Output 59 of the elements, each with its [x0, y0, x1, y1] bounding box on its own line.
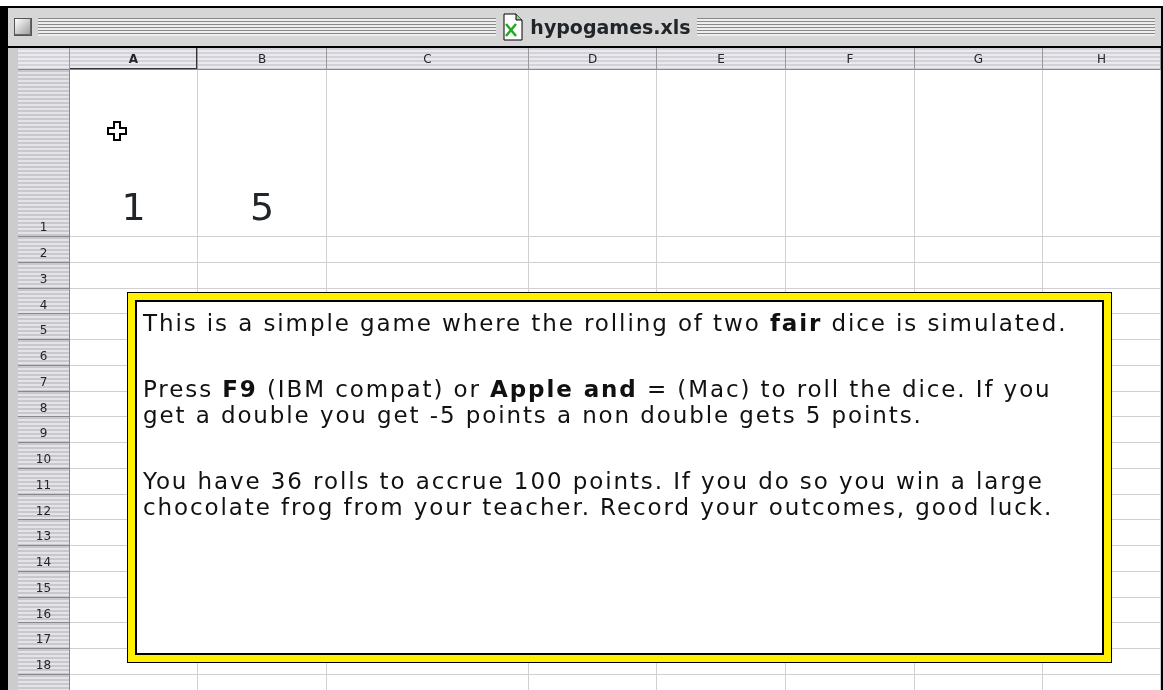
column-header[interactable]: E — [657, 48, 786, 70]
grid-cell[interactable] — [657, 262, 786, 289]
window-title: hypogames.xls — [530, 14, 691, 40]
row-header[interactable]: 9 — [18, 417, 70, 443]
grid-cell[interactable] — [529, 262, 657, 289]
grid-cell[interactable] — [327, 237, 529, 263]
row-header[interactable]: 1 — [18, 70, 70, 237]
column-header[interactable]: G — [915, 48, 1043, 70]
column-header[interactable]: F — [786, 48, 915, 70]
grid-cell[interactable] — [327, 70, 529, 237]
close-box[interactable] — [14, 18, 32, 36]
row-header[interactable]: 16 — [18, 597, 70, 624]
grid-cell[interactable] — [70, 262, 198, 289]
grid-cell[interactable]: 5 — [198, 70, 327, 237]
row-header[interactable]: 3 — [18, 262, 70, 289]
spreadsheet-file-icon — [502, 12, 525, 42]
grid-cell[interactable] — [327, 262, 529, 289]
cell-value: 1 — [121, 188, 146, 231]
row-header[interactable]: 13 — [18, 520, 70, 546]
row-header[interactable]: 6 — [18, 340, 70, 366]
row-header[interactable]: 2 — [18, 237, 70, 263]
row-header[interactable]: 4 — [18, 288, 70, 315]
paragraph: You have 36 rolls to accrue 100 points. If you do so you win a large chocolate frog from your teacher. Record your outcomes, good luck. — [143, 468, 1055, 520]
grid-cell[interactable] — [657, 70, 786, 237]
paragraph: Press F9 (IBM compat) or Apple and = (Mac) to roll the dice. If you get a double you get -5 points a non double gets 5 points. — [143, 376, 1053, 428]
row-header[interactable]: 10 — [18, 443, 70, 469]
grid-cell[interactable] — [1043, 262, 1161, 289]
row-header[interactable]: 7 — [18, 365, 70, 392]
column-header[interactable]: B — [198, 48, 327, 70]
row-header[interactable]: 15 — [18, 571, 70, 598]
row-header[interactable]: 18 — [18, 649, 70, 675]
row-header[interactable]: 11 — [18, 468, 70, 495]
row-header[interactable]: 14 — [18, 546, 70, 572]
grid-cell[interactable] — [1043, 237, 1161, 263]
row-header[interactable]: 12 — [18, 494, 70, 521]
cell-value: 5 — [249, 188, 275, 231]
grid-cell[interactable] — [1043, 70, 1161, 237]
row-header[interactable]: 8 — [18, 391, 70, 418]
grid-cell[interactable] — [786, 237, 915, 263]
grid-cell[interactable] — [786, 70, 915, 237]
grid-cell[interactable] — [70, 237, 198, 263]
grid-cell[interactable] — [657, 237, 786, 263]
grid-cell[interactable] — [198, 237, 327, 263]
grid-cell[interactable] — [198, 262, 327, 289]
column-header[interactable]: A — [70, 48, 198, 70]
grid-cell[interactable] — [915, 70, 1043, 237]
column-header[interactable]: H — [1043, 48, 1161, 70]
cross-cursor-icon — [107, 121, 127, 141]
grid-cell[interactable] — [529, 237, 657, 263]
paragraph: This is a simple game where the rolling of two fair dice is simulated. — [143, 310, 1069, 336]
grid-cell[interactable] — [915, 237, 1043, 263]
column-header[interactable]: C — [327, 48, 529, 70]
row-header[interactable]: 17 — [18, 623, 70, 649]
grid-cell[interactable] — [915, 262, 1043, 289]
select-all-corner[interactable] — [18, 48, 70, 70]
grid-cell[interactable] — [786, 262, 915, 289]
column-header[interactable]: D — [529, 48, 657, 70]
row-header[interactable]: 5 — [18, 314, 70, 340]
grid-cell[interactable] — [529, 70, 657, 237]
